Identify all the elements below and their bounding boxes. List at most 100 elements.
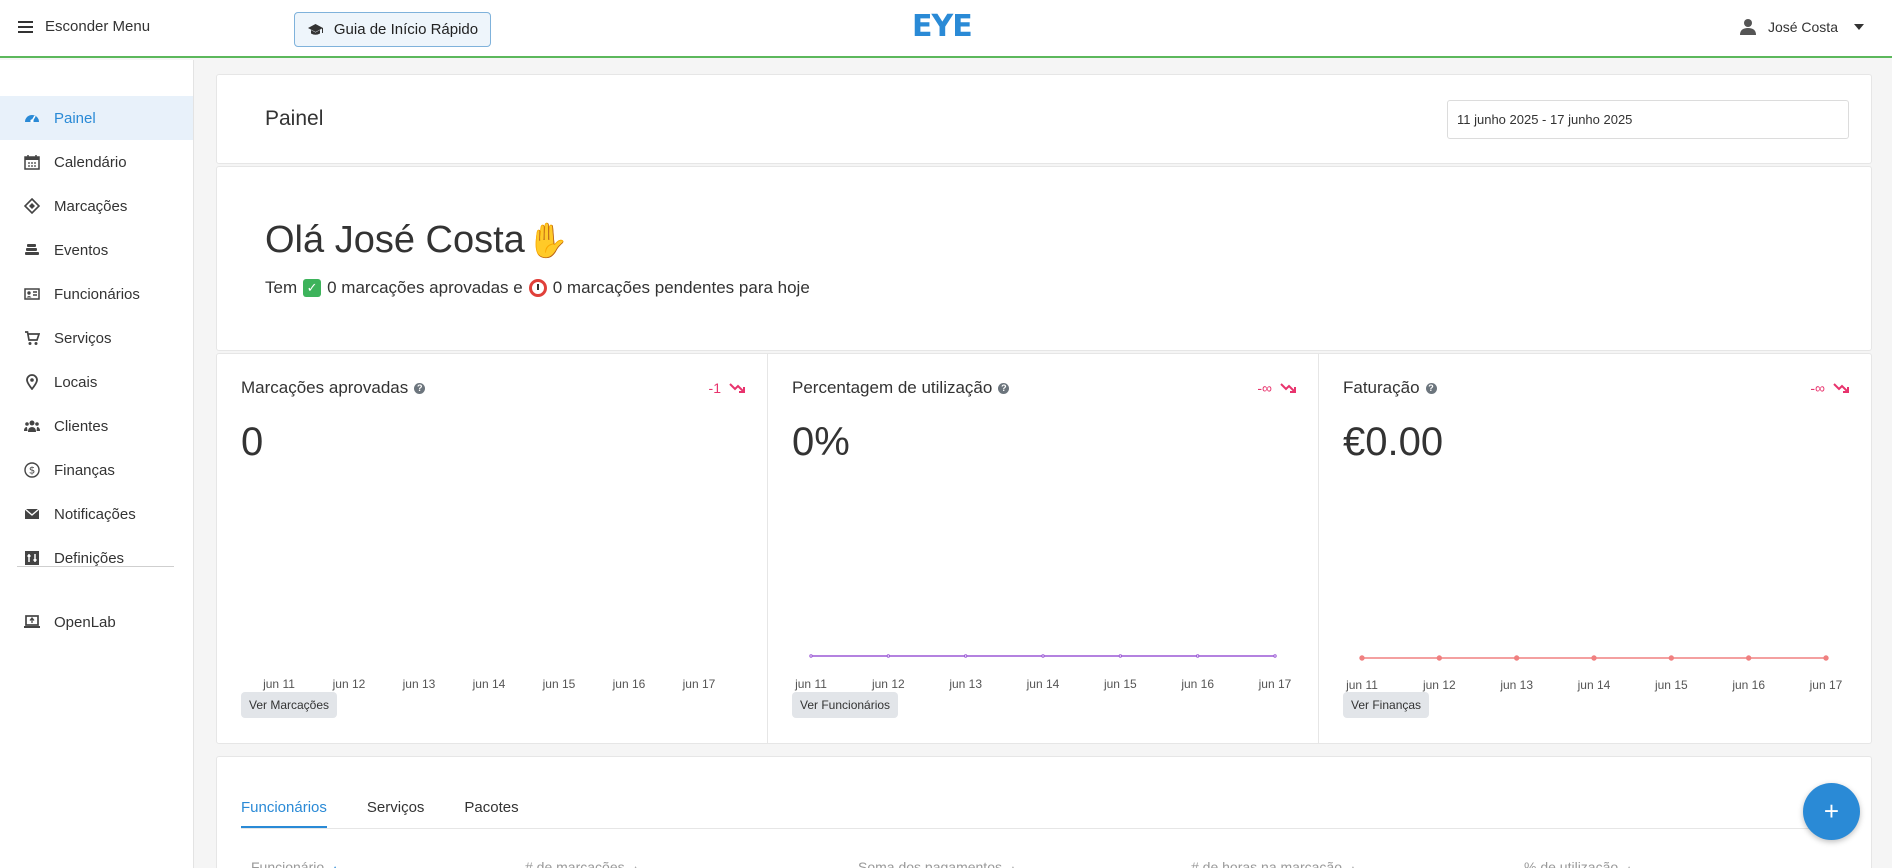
check-mark-icon: ✓ [303,279,322,297]
chart-approved-bookings: jun 11 jun 12 jun 13 jun 14 jun 15 jun 16 jun … [262,677,716,691]
stat-revenue: Faturação? -∞ €0.00 Ver Finanças jun 11 jun 1… [1319,354,1871,743]
quickstart-label: Guia de Início Rápido [333,21,479,38]
events-icon [24,242,40,258]
data-point [1041,654,1045,658]
column-header-label: Funcionário [251,859,325,868]
page-title: Painel [265,107,324,130]
x-tick-label: jun 17 [682,677,716,691]
sidebar-item-label: Calendário [54,153,127,171]
x-tick-label: jun 12 [1422,678,1456,692]
sidebar-item-marcacoes[interactable]: Marcações [0,184,193,228]
data-point [1513,655,1520,661]
stat-delta-value: -∞ [1257,380,1272,396]
sidebar-item-servicos[interactable]: Serviços [0,316,193,360]
x-tick-label: jun 15 [542,677,576,691]
stat-delta-value: -1 [708,380,721,396]
x-tick-label: jun 12 [871,677,905,691]
sidebar-item-label: Clientes [54,417,109,435]
stat-value: 0 [241,420,264,464]
greeting-text: Olá José Costa [265,219,525,261]
column-header[interactable]: # de horas na marcação ▲ [1191,859,1358,868]
column-header-label: # de horas na marcação [1191,859,1342,868]
sidebar-item-label: Locais [54,373,98,391]
x-tick-label: jun 14 [1026,677,1060,691]
cart-icon [24,330,40,346]
data-point [1359,655,1365,661]
stat-value: €0.00 [1343,420,1444,464]
stat-title-text: Marcações aprovadas [241,378,409,397]
x-tick-label: jun 11 [262,677,295,691]
sidebar-item-calendario[interactable]: Calendário [0,140,193,184]
sidebar-item-eventos[interactable]: Eventos [0,228,193,272]
add-button[interactable]: + [1803,783,1860,840]
sidebar-item-financas[interactable]: $ Finanças [0,448,193,492]
x-tick-label: jun 16 [612,677,646,691]
laptop-icon [24,614,40,630]
ticket-icon [24,198,40,214]
settings-icon [24,550,40,566]
hide-menu-label: Esconder Menu [45,18,151,35]
sidebar-item-painel[interactable]: Painel [0,96,193,140]
sidebar-item-funcionarios[interactable]: Funcionários [0,272,193,316]
x-tick-label: jun 11 [1345,678,1378,692]
x-tick-label: jun 13 [948,677,982,691]
envelope-icon [24,506,40,522]
sidebar-item-clientes[interactable]: Clientes [0,404,193,448]
data-point [1591,655,1597,661]
x-tick-label: jun 13 [1499,678,1533,692]
column-header[interactable]: % de utilização ▲ [1524,859,1634,868]
svg-text:$: $ [29,466,35,477]
sort-arrow-icon: ▲ [1008,864,1018,868]
data-point [1436,655,1443,661]
x-tick-label: jun 17 [1258,677,1292,691]
stat-link-button[interactable]: Ver Marcações [241,692,338,718]
chart-utilization: jun 11 jun 12 jun 13 jun 14 jun 15 jun 16 jun … [794,654,1292,691]
x-tick-label: jun 14 [1577,678,1611,692]
trend-down-icon [1280,383,1296,393]
page-header: Painel 11 junho 2025 - 17 junho 2025 [216,74,1872,164]
data-point [886,654,891,658]
stat-link-button[interactable]: Ver Finanças [1343,692,1430,718]
tab-funcionarios[interactable]: Funcionários [241,799,327,828]
user-menu[interactable]: José Costa [1739,18,1864,35]
eye-logo[interactable]: EYE [912,12,973,42]
date-range-picker[interactable]: 11 junho 2025 - 17 junho 2025 [1447,100,1849,139]
stat-approved-bookings: Marcações aprovadas? -1 0 Ver Marcações jun … [217,354,768,743]
data-point [809,654,813,658]
tab-servicos[interactable]: Serviços [367,799,425,828]
id-card-icon [24,286,40,302]
x-tick-label: jun 16 [1731,678,1765,692]
tab-pacotes[interactable]: Pacotes [464,799,518,828]
hide-menu-button[interactable]: Esconder Menu [18,18,150,35]
quickstart-guide-button[interactable]: Guia de Início Rápido [294,12,491,47]
waving-hand-icon: ✋ [526,221,570,260]
sidebar-item-notificacoes[interactable]: Notificações [0,492,193,536]
user-name: José Costa [1767,18,1838,35]
column-header[interactable]: # de marcações ▲ [525,859,641,868]
column-header[interactable]: Funcionário ▲ [251,859,340,868]
stat-link-button[interactable]: Ver Funcionários [792,692,899,718]
help-icon[interactable]: ? [1425,382,1437,394]
data-point [1668,655,1675,661]
sidebar: Painel Calendário Marcações Eventos Funcioná… [0,60,194,868]
stat-delta: -1 [709,380,745,396]
help-icon[interactable]: ? [414,382,426,394]
location-pin-icon [24,374,40,390]
sidebar-item-label: Painel [54,109,96,127]
stat-delta: -∞ [1257,380,1296,396]
sidebar-item-locais[interactable]: Locais [0,360,193,404]
sidebar-item-definicoes[interactable]: Definições [0,536,193,580]
hamburger-icon [18,20,33,33]
x-tick-label: jun 15 [1103,677,1137,691]
column-header[interactable]: Soma dos pagamentos ▲ [858,859,1018,868]
sidebar-item-openlab[interactable]: OpenLab [0,600,193,644]
sidebar-item-label: Funcionários [54,285,140,303]
sort-arrow-icon: ▲ [631,864,641,868]
sidebar-item-label: OpenLab [54,613,116,631]
sort-arrow-icon: ▲ [1624,864,1634,868]
data-point [1273,654,1277,658]
sidebar-item-label: Finanças [54,461,115,479]
x-tick-label: jun 16 [1180,677,1214,691]
help-icon[interactable]: ? [998,382,1010,394]
calendar-icon [24,154,40,170]
